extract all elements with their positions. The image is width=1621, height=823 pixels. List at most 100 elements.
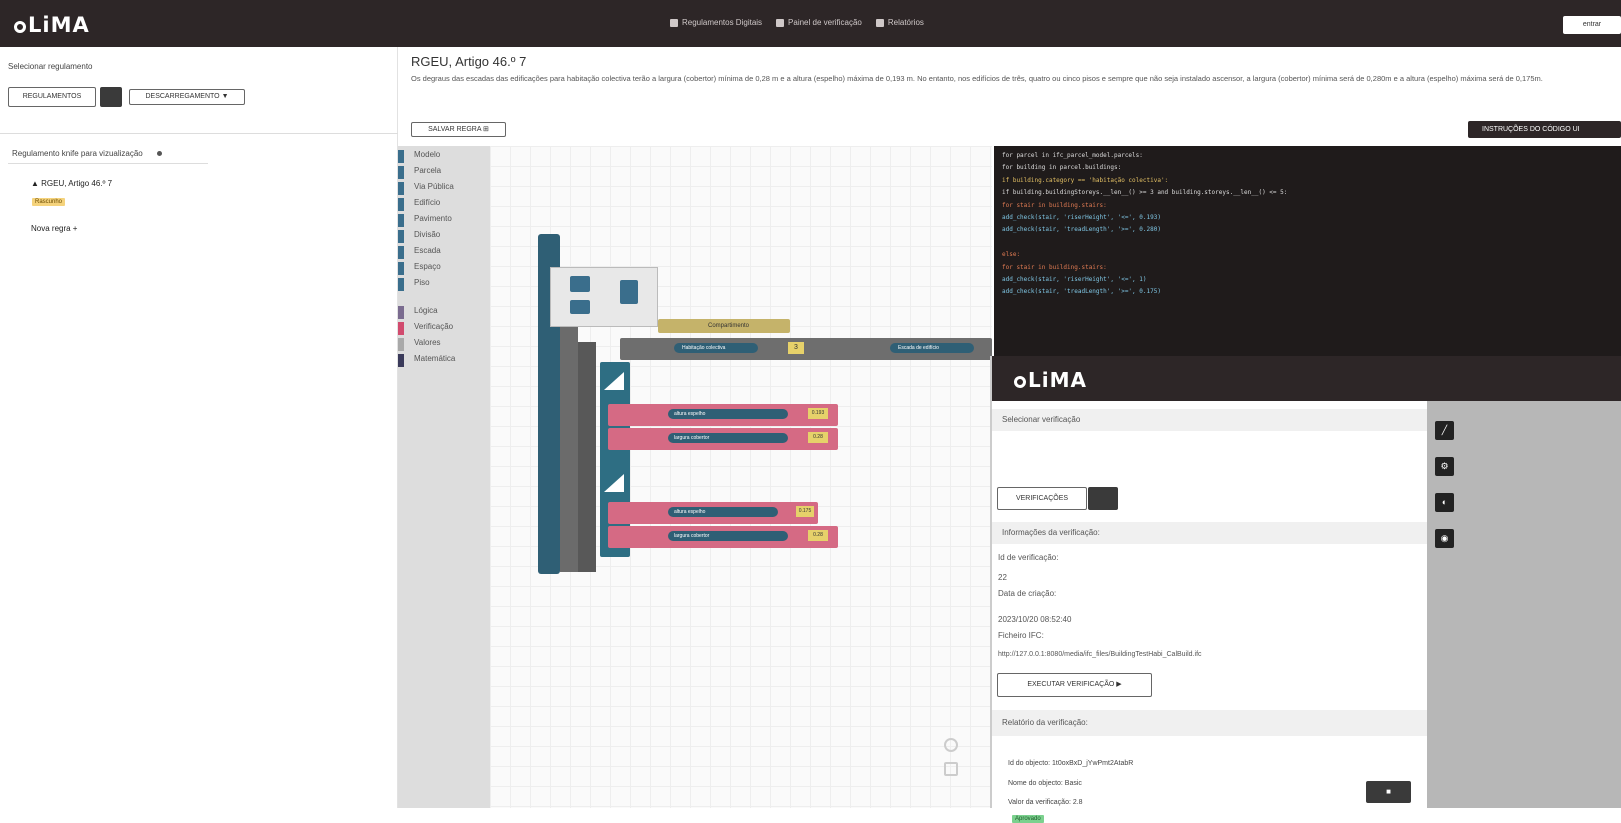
toolbox-category-logica[interactable]: Lógica — [414, 306, 438, 315]
code-line: if building.category == 'habitação colec… — [1002, 176, 1169, 184]
category-color — [398, 338, 404, 351]
param-block[interactable]: Habitação colectiva — [674, 343, 758, 353]
toolbox-category-matematica[interactable]: Matemática — [414, 354, 455, 363]
verification-id-label: Id de verificação: — [998, 553, 1059, 562]
toolbox-category-espaco[interactable]: Espaço — [414, 262, 441, 271]
building-icon: ▲ — [31, 179, 42, 188]
toolbox-category-piso[interactable]: Piso — [414, 278, 430, 287]
toolbox-category-edificio[interactable]: Edifício — [414, 198, 440, 207]
creation-date-value: 2023/10/20 08:52:40 — [998, 615, 1072, 624]
category-color — [398, 214, 404, 227]
divider — [8, 163, 208, 164]
category-color — [398, 278, 404, 291]
param-block[interactable]: Escada de edifício — [890, 343, 974, 353]
toolbox-category-via-publica[interactable]: Via Pública — [414, 182, 454, 191]
regulation-item[interactable]: ▲ RGEU, Artigo 46.º 7 — [31, 179, 112, 188]
login-button[interactable]: entrar — [1563, 16, 1621, 34]
app-logo[interactable]: LiMA — [1014, 368, 1087, 392]
number-block[interactable]: 0.175 — [796, 506, 814, 517]
nav-regulations[interactable]: Regulamentos Digitais — [670, 18, 762, 27]
category-color — [398, 262, 404, 275]
zoom-in-icon[interactable] — [944, 762, 958, 776]
blockly-workspace[interactable]: Compartimento Habitação colectiva 3 Esca… — [490, 146, 992, 808]
category-color — [398, 166, 404, 179]
code-line: add_check(stair, 'riserHeight', '<=', 1) — [1002, 276, 1147, 284]
category-color — [398, 230, 404, 243]
block-flyout[interactable] — [550, 267, 658, 327]
nav-reports[interactable]: Relatórios — [875, 18, 924, 27]
download-button[interactable]: DESCARREGAMENTO ▼ — [129, 89, 245, 105]
verifications-button[interactable]: VERIFICAÇÕES — [997, 487, 1087, 510]
category-color — [398, 198, 404, 211]
nav-panel[interactable]: Painel de verificação — [776, 18, 862, 27]
toolbox-category-pavimento[interactable]: Pavimento — [414, 214, 452, 223]
category-color — [398, 306, 404, 319]
logic-block[interactable] — [578, 342, 596, 572]
visibility-icon[interactable]: ◉ — [1435, 529, 1454, 548]
run-verification-button[interactable]: EXECUTAR VERIFICAÇÃO ▶ — [997, 673, 1152, 697]
save-rule-button[interactable]: SALVAR REGRA ⊞ — [411, 122, 506, 137]
blockly-toolbox: Modelo Parcela Via Pública Edifício Pavi… — [398, 146, 490, 808]
info-header: Informações da verificação: — [992, 522, 1427, 544]
code-line: add_check(stair, 'riserHeight', '<=', 0.… — [1002, 214, 1161, 222]
code-line: for stair in building.stairs: — [1002, 201, 1107, 209]
code-line: if building.buildingStoreys.__len__() >=… — [1002, 189, 1288, 197]
block-thumb[interactable] — [620, 280, 638, 304]
param-block[interactable]: largura cobertor — [668, 433, 788, 443]
settings-icon[interactable]: ⚙ — [1435, 457, 1454, 476]
number-block[interactable]: 0.28 — [808, 432, 828, 443]
new-rule-button[interactable]: Nova regra + — [31, 224, 77, 233]
report-header: Relatório da verificação: — [992, 710, 1427, 736]
verification-id-value: 22 — [998, 573, 1007, 582]
leaf-icon — [1014, 376, 1026, 388]
info-icon[interactable] — [156, 151, 162, 156]
category-color — [398, 322, 404, 335]
measure-icon[interactable]: ╱ — [1435, 421, 1454, 440]
block-thumb[interactable] — [570, 300, 590, 314]
sidebar: Selecionar regulamento REGULAMENTOS DESC… — [0, 47, 398, 808]
category-color — [398, 354, 404, 367]
param-block[interactable]: Compartimento — [658, 319, 790, 333]
category-color — [398, 150, 404, 163]
regulations-button[interactable]: REGULAMENTOS — [8, 87, 96, 107]
toolbox-category-divisao[interactable]: Divisão — [414, 230, 440, 239]
viewer-toggle-button[interactable]: ■ — [1366, 781, 1411, 803]
toolbox-category-parcela[interactable]: Parcela — [414, 166, 441, 175]
object-id: Id do objecto: 1t0oxBxD_jYwPmt2AtabR — [1008, 760, 1134, 767]
toolbox-category-verificacao[interactable]: Verificação — [414, 322, 453, 331]
main-nav: Regulamentos Digitais Painel de verifica… — [670, 18, 924, 27]
block-thumb[interactable] — [570, 276, 590, 292]
panel-header: LiMA — [992, 356, 1621, 401]
logic-block[interactable] — [560, 322, 578, 572]
status-badge: Rascunho — [32, 198, 66, 206]
creation-date-label: Data de criação: — [998, 589, 1057, 598]
number-block[interactable]: 0.28 — [808, 530, 828, 541]
number-block[interactable]: 0.193 — [808, 408, 828, 419]
grid-icon — [776, 18, 785, 27]
top-navbar: LiMA Regulamentos Digitais Painel de ver… — [0, 0, 1621, 47]
param-block[interactable]: altura espelho — [668, 409, 788, 419]
category-color — [398, 246, 404, 259]
regulation-description: Os degraus das escadas das edificações p… — [411, 74, 1543, 83]
regulations-dropdown-button[interactable] — [100, 87, 122, 107]
app-logo[interactable]: LiMA — [14, 13, 90, 37]
3d-viewer[interactable]: ╱ ⚙ ◐ ◉ — [1427, 401, 1621, 808]
building-icon — [670, 18, 678, 27]
param-block[interactable]: altura espelho — [668, 507, 778, 517]
code-instructions-button[interactable]: INSTRUÇÕES DO CÓDIGO UI — [1468, 121, 1621, 138]
zoom-reset-icon[interactable] — [944, 738, 958, 752]
section-icon[interactable]: ◐ — [1435, 493, 1454, 512]
page-title: RGEU, Artigo 46.º 7 — [411, 54, 527, 69]
toolbox-category-valores[interactable]: Valores — [414, 338, 441, 347]
number-block[interactable]: 3 — [788, 342, 804, 354]
check-value: Valor da verificação: 2.8 — [1008, 799, 1083, 806]
param-block[interactable]: largura cobertor — [668, 531, 788, 541]
ifc-file-value[interactable]: http://127.0.0.1:8080/media/ifc_files/Bu… — [998, 651, 1202, 658]
generated-code-panel: for parcel in ifc_parcel_model.parcels: … — [994, 146, 1621, 356]
verifications-dropdown-button[interactable] — [1088, 487, 1118, 510]
verification-info: Selecionar verificação VERIFICAÇÕES Info… — [992, 401, 1427, 823]
status-badge: Aprovado — [1012, 815, 1044, 823]
toolbox-category-modelo[interactable]: Modelo — [414, 150, 440, 159]
select-verification-label: Selecionar verificação — [992, 409, 1427, 431]
toolbox-category-escada[interactable]: Escada — [414, 246, 441, 255]
